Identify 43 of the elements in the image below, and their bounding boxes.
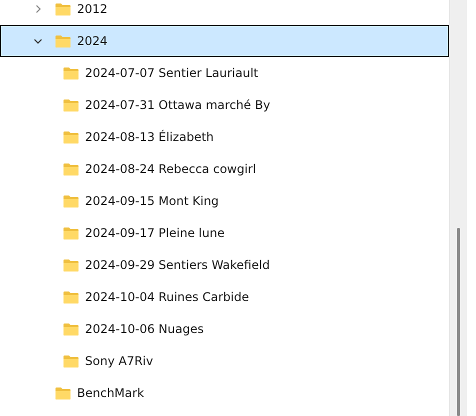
folder-icon xyxy=(63,194,79,208)
folder-name: 2024-09-15 Mont King xyxy=(85,194,219,208)
tree-item[interactable]: 2012 xyxy=(0,0,449,25)
tree-item[interactable]: 2024-07-31 Ottawa marché By xyxy=(0,89,449,121)
tree-item[interactable]: 2024-10-06 Nuages xyxy=(0,313,449,345)
folder-name: 2024-09-29 Sentiers Wakefield xyxy=(85,258,270,272)
folder-name: 2024-08-24 Rebecca cowgirl xyxy=(85,162,256,176)
tree-item[interactable]: 2024-10-04 Ruines Carbide xyxy=(0,281,449,313)
tree-item[interactable]: 2024-09-15 Mont King xyxy=(0,185,449,217)
folder-name: BenchMark xyxy=(77,386,144,400)
folder-icon xyxy=(63,322,79,336)
folder-icon xyxy=(55,34,71,48)
tree-item[interactable]: 2024-09-17 Pleine lune xyxy=(0,217,449,249)
folder-icon xyxy=(63,258,79,272)
tree-item[interactable]: 2024-07-07 Sentier Lauriault xyxy=(0,57,449,89)
folder-icon xyxy=(63,162,79,176)
tree-item[interactable]: 2024-08-13 Élizabeth xyxy=(0,121,449,153)
folder-name: 2012 xyxy=(77,2,108,16)
folder-name: 2024-07-07 Sentier Lauriault xyxy=(85,66,258,80)
chevron-down-icon[interactable] xyxy=(33,36,43,46)
tree-item[interactable]: Sony A7Riv xyxy=(0,345,449,377)
tree-item[interactable]: 2024-08-24 Rebecca cowgirl xyxy=(0,153,449,185)
tree-item[interactable]: 2024 xyxy=(0,25,449,57)
tree-item[interactable]: 2024-09-29 Sentiers Wakefield xyxy=(0,249,449,281)
folder-icon xyxy=(63,226,79,240)
folder-name: 2024-09-17 Pleine lune xyxy=(85,226,225,240)
folder-name: 2024-07-31 Ottawa marché By xyxy=(85,98,270,112)
scroll-thumb[interactable] xyxy=(457,228,460,416)
scrollbar[interactable] xyxy=(449,0,467,416)
folder-icon xyxy=(55,386,71,400)
folder-name: 2024-10-04 Ruines Carbide xyxy=(85,290,249,304)
folder-icon xyxy=(63,130,79,144)
folder-icon xyxy=(63,354,79,368)
folder-name: Sony A7Riv xyxy=(85,354,154,368)
folder-name: 2024-10-06 Nuages xyxy=(85,322,204,336)
folder-icon xyxy=(55,2,71,16)
folder-name: 2024-08-13 Élizabeth xyxy=(85,130,214,144)
folder-icon xyxy=(63,290,79,304)
folder-icon xyxy=(63,66,79,80)
folder-name: 2024 xyxy=(77,34,108,48)
chevron-right-icon[interactable] xyxy=(33,4,43,14)
folder-icon xyxy=(63,98,79,112)
tree-item[interactable]: BenchMark xyxy=(0,377,449,409)
